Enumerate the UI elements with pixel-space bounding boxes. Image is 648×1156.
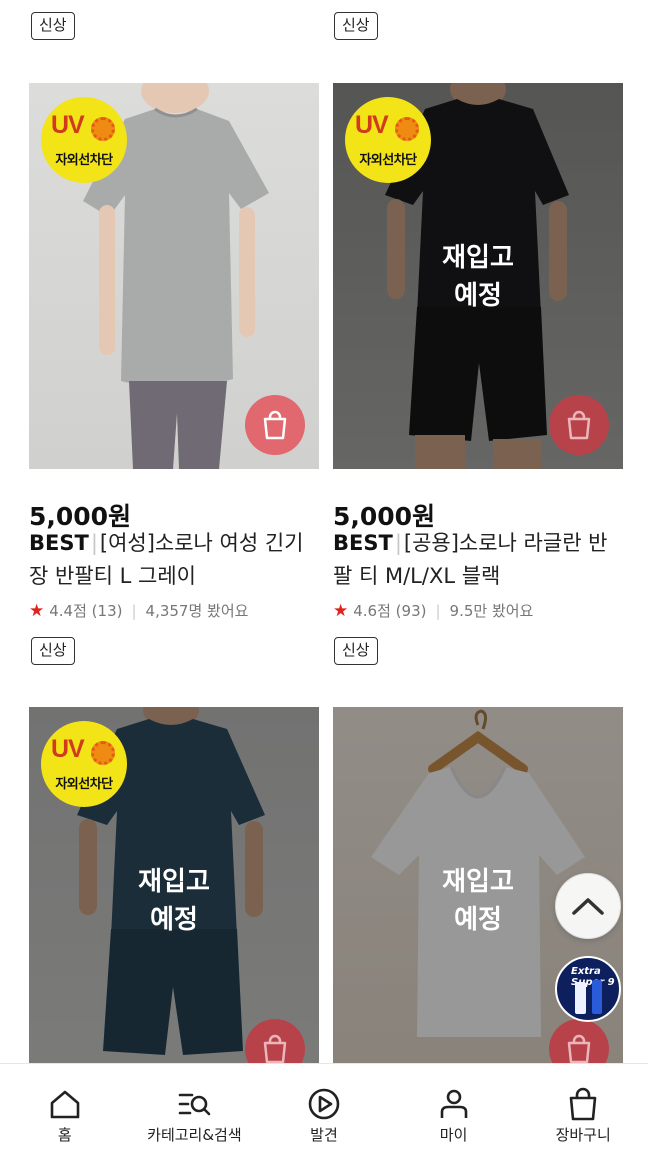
star-icon: ★ (29, 600, 45, 621)
restock-overlay: 재입고 예정 (442, 243, 514, 311)
best-label: BEST (333, 531, 393, 555)
person-icon (440, 1089, 467, 1118)
shopping-bag-icon (567, 410, 591, 440)
tab-label: 장바구니 (555, 1126, 611, 1144)
scroll-to-top-button[interactable] (555, 873, 621, 939)
star-icon: ★ (333, 600, 349, 621)
views-text: 9.5만 봤어요 (449, 602, 534, 620)
tab-label: 마이 (439, 1126, 468, 1144)
chevron-up-icon (572, 898, 604, 915)
badge-new: 신상 (31, 637, 75, 665)
product-meta: ★ 4.4점 (13) | 4,357명 봤어요 (29, 600, 249, 621)
product-meta: ★ 4.6점 (93) | 9.5만 봤어요 (333, 600, 534, 621)
tab-label: 발견 (310, 1126, 338, 1144)
product-title[interactable]: BEST|[공용]소로나 라글란 반팔 티 M/L/XL 블랙 (333, 527, 623, 593)
tab-label: 카테고리&검색 (147, 1126, 242, 1144)
add-to-cart-button[interactable] (549, 1019, 609, 1063)
tab-home[interactable]: 홈 (0, 1064, 130, 1156)
uv-protection-sticker: UV 자외선차단 (345, 97, 431, 183)
restock-overlay: 재입고 예정 (138, 867, 210, 935)
uv-protection-sticker: UV 자외선차단 (41, 721, 127, 807)
product-card[interactable]: UV 자외선차단 재입고 예정 (29, 707, 319, 1063)
category-search-icon (179, 1093, 211, 1116)
shopping-bag-icon (263, 410, 287, 440)
shopping-bag-icon (567, 1034, 591, 1063)
views-text: 4,357명 봤어요 (145, 602, 249, 620)
badge-new: 신상 (334, 12, 378, 40)
uv-protection-sticker: UV 자외선차단 (41, 97, 127, 183)
ad-product-image (575, 982, 586, 1014)
badge-new: 신상 (334, 637, 378, 665)
tab-discover[interactable]: 발견 (259, 1064, 389, 1156)
tab-label: 홈 (57, 1126, 72, 1144)
product-image[interactable]: UV 자외선차단 (29, 83, 319, 469)
product-image[interactable]: UV 자외선차단 재입고 예정 (333, 83, 623, 469)
ad-product-image (592, 980, 602, 1014)
floating-ad-banner[interactable]: Extra Super 9 (555, 956, 621, 1022)
product-card[interactable]: UV 자외선차단 재입고 예정 5,000원 BEST|[공용]소로나 라글란 … (333, 83, 623, 665)
discover-play-icon (308, 1088, 340, 1120)
product-card[interactable]: UV 자외선차단 5,000원 BEST|[여성]소로나 여성 긴기장 반팔티 … (29, 83, 319, 665)
add-to-cart-button[interactable] (549, 395, 609, 455)
product-title[interactable]: BEST|[여성]소로나 여성 긴기장 반팔티 L 그레이 (29, 527, 319, 593)
shopping-bag-icon (569, 1087, 597, 1121)
tab-cart[interactable]: 장바구니 (518, 1064, 648, 1156)
rating-text: 4.4점 (13) (49, 602, 123, 620)
rating-text: 4.6점 (93) (353, 602, 427, 620)
best-label: BEST (29, 531, 89, 555)
product-image[interactable]: UV 자외선차단 재입고 예정 (29, 707, 319, 1063)
home-icon (50, 1090, 80, 1119)
tab-my[interactable]: 마이 (389, 1064, 519, 1156)
tab-category-search[interactable]: 카테고리&검색 (130, 1064, 260, 1156)
bottom-tab-bar: 홈 카테고리&검색 발견 마이 장바구니 (0, 1063, 648, 1156)
add-to-cart-button[interactable] (245, 1019, 305, 1063)
shopping-bag-icon (263, 1034, 287, 1063)
add-to-cart-button[interactable] (245, 395, 305, 455)
badge-new: 신상 (31, 12, 75, 40)
